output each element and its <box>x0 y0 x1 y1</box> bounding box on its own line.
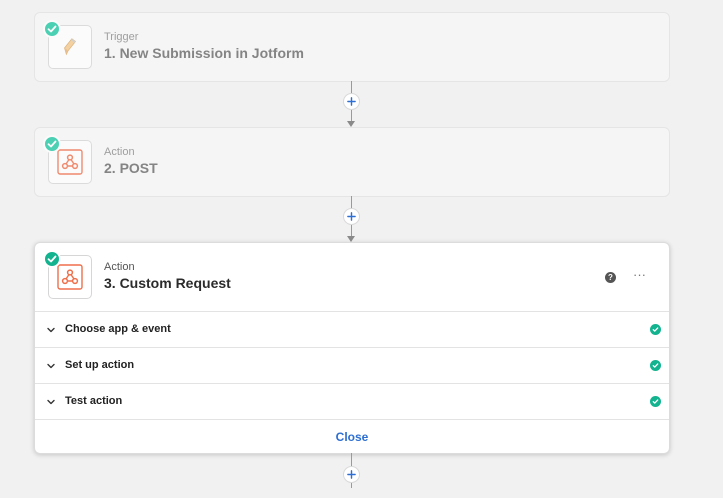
section-choose-app-event[interactable]: Choose app & event <box>35 311 669 347</box>
chevron-down-icon <box>47 399 55 405</box>
step-kind-label: Trigger <box>104 31 139 43</box>
section-label: Set up action <box>65 359 135 371</box>
plus-icon <box>347 212 356 221</box>
chevron-down-icon <box>47 363 55 369</box>
section-set-up-action[interactable]: Set up action <box>35 347 669 383</box>
section-label: Test action <box>65 395 123 407</box>
section-label: Choose app & event <box>65 323 171 335</box>
check-icon <box>650 360 661 371</box>
add-step-button[interactable] <box>343 208 360 225</box>
webhooks-icon <box>43 250 92 299</box>
close-bar: Close <box>35 419 669 453</box>
step-kind-label: Action <box>104 146 135 158</box>
plus-icon <box>347 470 356 479</box>
step-card-post[interactable]: Action 2. POST <box>34 127 670 197</box>
check-icon <box>43 20 61 38</box>
chevron-down-icon <box>47 327 55 333</box>
check-icon <box>43 250 61 268</box>
add-step-button[interactable] <box>343 466 360 483</box>
add-step-button[interactable] <box>343 93 360 110</box>
webhooks-icon <box>43 135 92 184</box>
check-icon <box>650 324 661 335</box>
step-card-custom-request[interactable]: Action 3. Custom Request ? ··· Choose ap… <box>34 242 670 454</box>
jotform-pencil-icon <box>43 20 92 69</box>
check-icon <box>43 135 61 153</box>
step-title: 1. New Submission in Jotform <box>104 45 304 61</box>
check-icon <box>650 396 661 407</box>
plus-icon <box>347 97 356 106</box>
step-kind-label: Action <box>104 261 135 273</box>
step-title: 2. POST <box>104 160 158 176</box>
step-title: 3. Custom Request <box>104 275 231 291</box>
section-test-action[interactable]: Test action <box>35 383 669 419</box>
step-card-trigger[interactable]: Trigger 1. New Submission in Jotform <box>34 12 670 82</box>
help-icon[interactable]: ? <box>605 272 616 283</box>
more-options-icon[interactable]: ··· <box>633 267 646 282</box>
close-button[interactable]: Close <box>336 430 369 444</box>
